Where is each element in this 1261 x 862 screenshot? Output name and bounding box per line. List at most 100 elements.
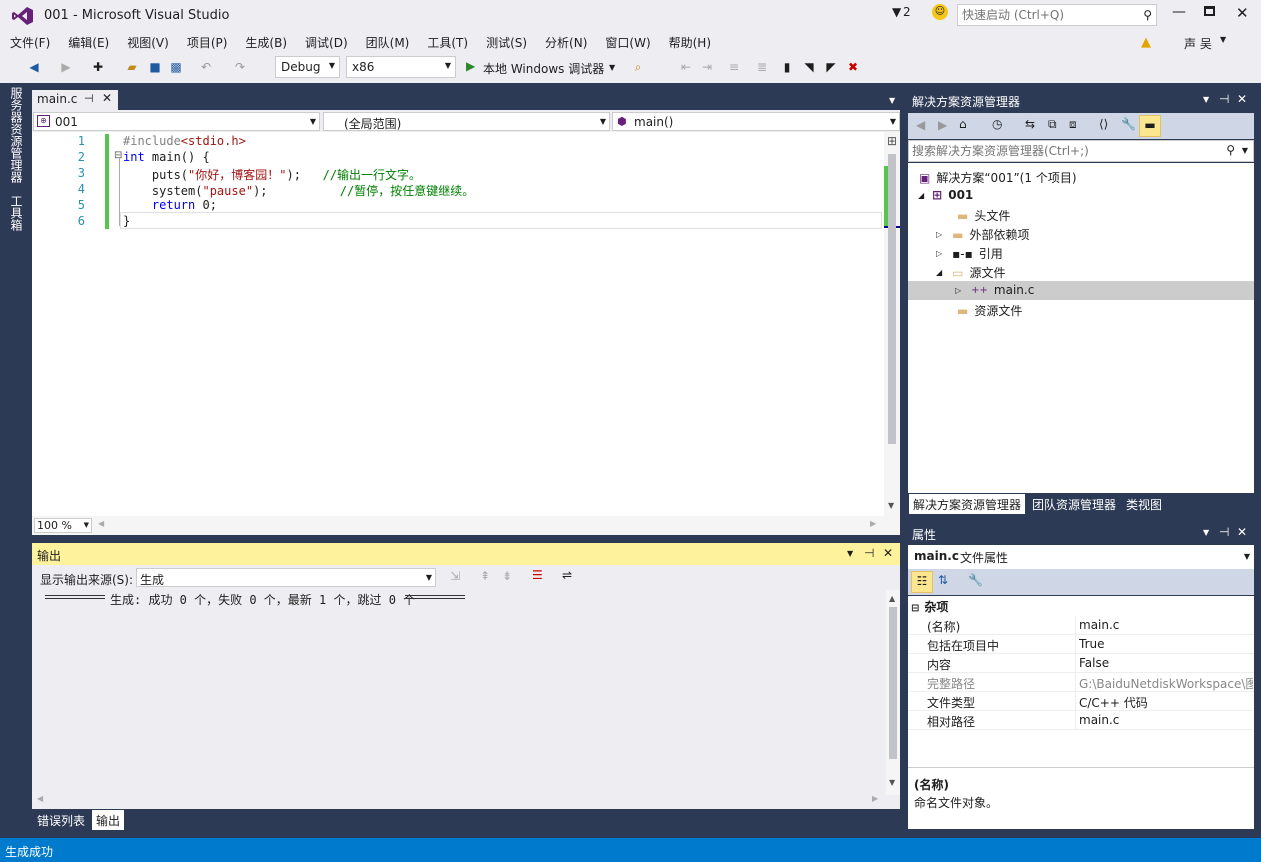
next-bookmark-icon[interactable]: ◤: [821, 57, 841, 77]
minimize-button[interactable]: —: [1172, 4, 1186, 20]
tab-list-dropdown-icon[interactable]: ▼: [889, 96, 895, 105]
scroll-down-icon[interactable]: ▼: [888, 501, 894, 510]
back-icon[interactable]: ◀: [916, 118, 925, 132]
tree-item-solution[interactable]: ▣ 解决方案“001”(1 个项目): [919, 169, 1077, 186]
menu-item[interactable]: 生成(B): [236, 30, 296, 55]
quick-launch-input[interactable]: [962, 8, 1132, 22]
user-name[interactable]: 声 吴: [1184, 35, 1212, 52]
menu-item[interactable]: 窗口(W): [596, 30, 659, 55]
tab-main-c[interactable]: main.c ⊣ ✕: [32, 90, 118, 110]
tree-item-project[interactable]: ◢ ⊞ 001: [918, 188, 973, 202]
pin-icon[interactable]: ⊣: [1219, 92, 1229, 106]
user-dropdown-icon[interactable]: ▼: [1220, 35, 1226, 44]
tree-item-source-files[interactable]: ◢ ▭ 源文件: [936, 264, 1006, 281]
split-icon[interactable]: ⊞: [887, 134, 897, 148]
tree-item-header-files[interactable]: ▬ 头文件: [957, 207, 1010, 224]
uncomment-icon[interactable]: ≣: [752, 57, 772, 77]
show-all-files-icon[interactable]: ⧈: [1069, 117, 1077, 132]
menu-item[interactable]: 测试(S): [477, 30, 536, 55]
property-row[interactable]: 内容 False: [908, 654, 1254, 673]
panel-menu-icon[interactable]: ▼: [1203, 528, 1209, 537]
close-output-icon[interactable]: ✕: [883, 546, 893, 560]
config-select[interactable]: Debug ▼: [275, 56, 340, 78]
search-icon[interactable]: ⚲: [1226, 143, 1235, 157]
output-source-select[interactable]: 生成 ▼: [136, 568, 436, 587]
forward-icon[interactable]: ▶: [938, 118, 947, 132]
category-misc[interactable]: ⊟ 杂项: [911, 598, 948, 615]
run-icon[interactable]: ▶: [466, 59, 475, 73]
menu-item[interactable]: 团队(M): [357, 30, 419, 55]
menu-item[interactable]: 帮助(H): [660, 30, 720, 55]
preview-toggle-icon[interactable]: ▬: [1139, 115, 1161, 137]
comment-icon[interactable]: ≡: [724, 57, 744, 77]
run-dropdown-icon[interactable]: ▼: [609, 63, 615, 72]
sync-icon[interactable]: ⇆: [1025, 117, 1035, 131]
properties-object-select[interactable]: main.c 文件属性 ▼: [908, 545, 1254, 569]
solution-search[interactable]: ⚲ ▼: [908, 140, 1254, 162]
function-nav-select[interactable]: ⬢ main() ▼: [612, 112, 900, 131]
goto-line-icon[interactable]: ⇲: [450, 569, 460, 583]
tab-error-list[interactable]: 错误列表: [33, 810, 89, 830]
menu-item[interactable]: 文件(F): [1, 30, 59, 55]
open-file-icon[interactable]: ▰: [122, 57, 142, 77]
solution-search-input[interactable]: [912, 144, 1212, 158]
notification-icon[interactable]: ▼: [892, 5, 901, 19]
find-in-files-icon[interactable]: ⌕: [628, 57, 648, 77]
output-menu-icon[interactable]: ▼: [847, 549, 853, 558]
tab-solution-explorer[interactable]: 解决方案资源管理器: [909, 494, 1026, 514]
next-message-icon[interactable]: ⇟: [502, 569, 512, 583]
prev-bookmark-icon[interactable]: ◥: [799, 57, 819, 77]
tree-item-resource-files[interactable]: ▬ 资源文件: [957, 302, 1022, 319]
categorized-icon[interactable]: ☷: [911, 571, 933, 593]
property-row[interactable]: 文件类型 C/C++ 代码: [908, 692, 1254, 711]
close-button[interactable]: ✕: [1236, 4, 1249, 22]
indent-icon[interactable]: ⇤: [676, 57, 696, 77]
pin-icon[interactable]: ⊣: [864, 546, 874, 560]
new-project-icon[interactable]: ✚: [88, 57, 108, 77]
scroll-thumb[interactable]: [888, 154, 896, 444]
word-wrap-icon[interactable]: ⇌: [562, 568, 572, 582]
search-options-icon[interactable]: ▼: [1242, 146, 1248, 155]
platform-select[interactable]: x86 ▼: [346, 56, 456, 78]
scope-nav-select[interactable]: (全局范围) ▼: [323, 112, 610, 131]
menu-item[interactable]: 项目(P): [178, 30, 237, 55]
server-explorer-tab[interactable]: 服务器资源管理器: [8, 87, 25, 183]
warning-icon[interactable]: ▲: [1141, 35, 1151, 50]
menu-item[interactable]: 编辑(E): [59, 30, 118, 55]
pin-icon[interactable]: ⊣: [84, 92, 94, 105]
search-icon[interactable]: ⚲: [1143, 8, 1152, 22]
property-row[interactable]: 包括在项目中 True: [908, 635, 1254, 654]
run-debugger-button[interactable]: 本地 Windows 调试器: [483, 60, 604, 77]
forward-icon[interactable]: ▶: [56, 57, 76, 77]
undo-icon[interactable]: ↶: [196, 57, 216, 77]
tab-team-explorer[interactable]: 团队资源管理器: [1028, 494, 1120, 514]
property-pages-icon[interactable]: 🔧: [968, 573, 983, 587]
tab-class-view[interactable]: 类视图: [1122, 494, 1166, 514]
menu-item[interactable]: 视图(V): [118, 30, 178, 55]
clear-all-icon[interactable]: ☰: [532, 568, 543, 582]
collapse-all-icon[interactable]: ⧉: [1048, 117, 1057, 132]
output-vscrollbar[interactable]: ▲ ▼: [886, 590, 900, 795]
pin-icon[interactable]: ⊣: [1219, 525, 1229, 539]
output-text-area[interactable]: 生成: 成功 0 个，失败 0 个，最新 1 个，跳过 0 个 ▲ ▼ ◀ ▶: [32, 590, 900, 809]
history-icon[interactable]: ◷: [992, 117, 1002, 131]
save-icon[interactable]: ■: [145, 57, 165, 77]
view-code-icon[interactable]: ⟨⟩: [1099, 117, 1108, 131]
close-panel-icon[interactable]: ✕: [1237, 525, 1247, 539]
tree-item-main-c[interactable]: ▷ ++ main.c: [955, 283, 1034, 297]
feedback-smiley-icon[interactable]: ☺: [932, 4, 948, 20]
bookmark-icon[interactable]: ▮: [777, 57, 797, 77]
alphabetical-icon[interactable]: ⇅: [938, 573, 948, 587]
back-icon[interactable]: ◀: [24, 57, 44, 77]
menu-item[interactable]: 工具(T): [418, 30, 477, 55]
property-row[interactable]: 完整路径 G:\BaiduNetdiskWorkspace\图: [908, 673, 1254, 692]
prev-message-icon[interactable]: ⇞: [480, 569, 490, 583]
scroll-right-icon[interactable]: ▶: [870, 519, 876, 528]
properties-icon[interactable]: 🔧: [1121, 117, 1136, 131]
tab-output[interactable]: 输出: [92, 810, 125, 830]
project-nav-select[interactable]: ⊕ 001 ▼: [33, 112, 320, 131]
redo-icon[interactable]: ↷: [230, 57, 250, 77]
tree-item-references[interactable]: ▷ ▪‑▪ 引用: [936, 245, 1003, 262]
close-panel-icon[interactable]: ✕: [1237, 92, 1247, 106]
panel-menu-icon[interactable]: ▼: [1203, 95, 1209, 104]
